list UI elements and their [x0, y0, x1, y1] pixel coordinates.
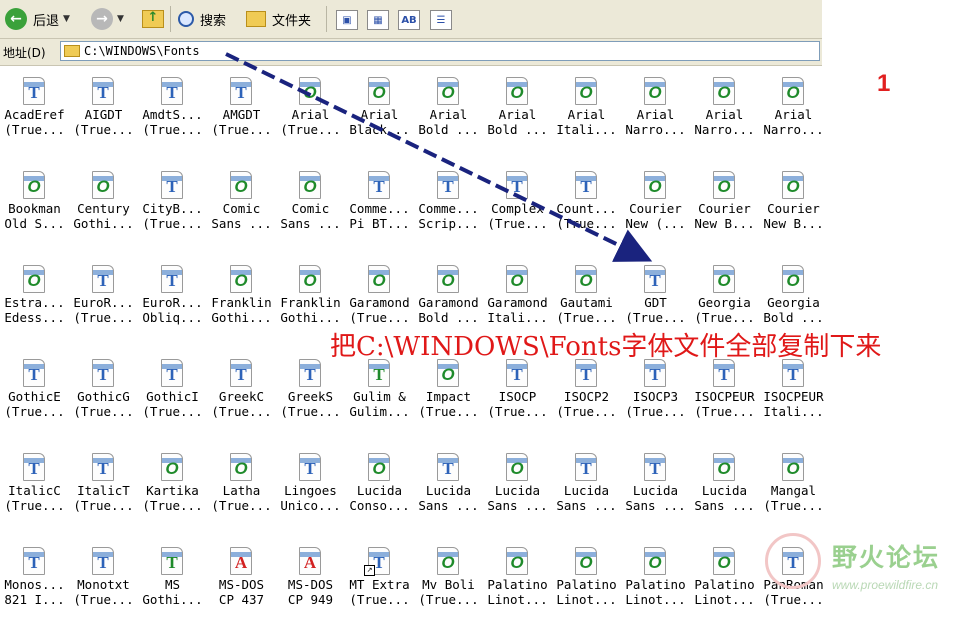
- annotation-arrow: [225, 52, 653, 262]
- watermark: 野火论坛 www.proewildfire.cn: [760, 528, 972, 603]
- forum-logo-icon: [765, 533, 821, 589]
- watermark-title: 野火论坛: [832, 543, 941, 572]
- annotation-text: 把C:\WINDOWS\Fonts字体文件全部复制下来: [330, 332, 882, 362]
- watermark-url: www.proewildfire.cn: [832, 578, 939, 592]
